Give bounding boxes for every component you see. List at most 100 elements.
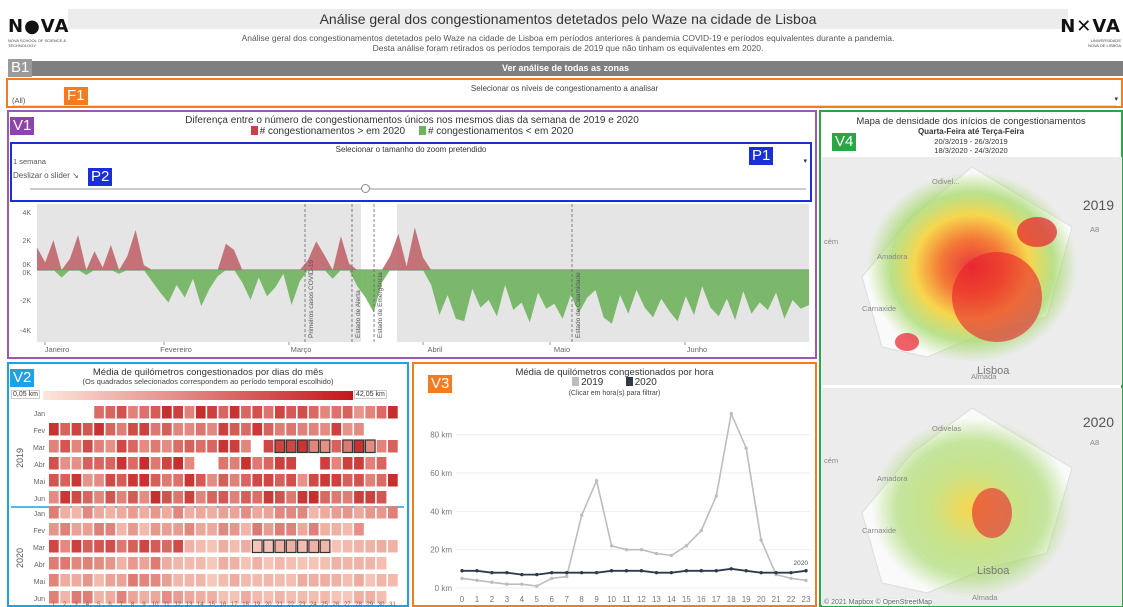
heatmap-cell — [60, 440, 70, 453]
heatmap-cell — [252, 574, 263, 587]
heatmap-cell — [184, 491, 195, 504]
density-map-2019[interactable]: Odivel... Amadora Carnaxide cém A8 Lisbo… — [822, 157, 1122, 385]
day-label: 15 — [208, 602, 215, 606]
day-label: 14 — [197, 602, 204, 606]
slider-hint: Deslizar o slider ↘ — [13, 171, 79, 180]
heatmap-cell — [331, 440, 342, 453]
dropdown-arrow-icon[interactable]: ▾ — [1114, 95, 1118, 103]
month-label: Junho — [687, 345, 707, 354]
congestion-level-filter-value[interactable]: (All) — [12, 96, 25, 105]
heatmap-cell — [162, 457, 172, 470]
day-label: 28 — [355, 602, 362, 606]
heatmap-cell — [388, 540, 398, 553]
congestion-level-filter[interactable]: Selecionar os níveis de congestionamento… — [6, 78, 1123, 108]
day-label: 11 — [163, 602, 170, 606]
hourly-line-panel: Média de quilómetros congestionados por … — [412, 362, 817, 607]
heatmap-cell — [286, 406, 296, 419]
heatmap-cell — [94, 523, 104, 536]
heatmap-cell — [308, 491, 319, 504]
heatmap-cell — [128, 574, 138, 587]
heatmap-cell — [297, 523, 308, 536]
heatmap-cell — [365, 474, 376, 487]
heatmap-cell — [116, 574, 127, 587]
y-tick-label: 60 km — [430, 469, 452, 478]
heatmap-cell — [320, 457, 330, 470]
hourly-line-chart[interactable]: 0 km20 km40 km60 km80 km0 1 2 3 4 5 6 7 8 9 10 11 12… — [414, 402, 814, 606]
heatmap-cell — [162, 474, 172, 487]
heatmap-cell — [229, 574, 240, 587]
day-label: 12 — [174, 602, 181, 606]
heatmap-cell — [241, 457, 251, 470]
heatmap-cell — [263, 574, 274, 587]
heatmap-cell — [241, 491, 251, 504]
heatmap-cell — [275, 423, 285, 436]
dropdown-arrow-icon[interactable]: ▾ — [803, 157, 807, 165]
day-label: 22 — [287, 602, 294, 606]
y-tick-label: 0 km — [435, 584, 453, 593]
heatmap-cell — [105, 523, 116, 536]
series-point-2020 — [669, 570, 674, 575]
heatmap-cell — [364, 439, 376, 454]
heatmap-cell — [353, 439, 365, 454]
heatmap-cell — [320, 506, 330, 519]
month-row-label: Fev — [33, 528, 45, 535]
series-point-2020 — [505, 570, 509, 575]
heatmap-cell — [184, 540, 195, 553]
heatmap-cell — [241, 557, 251, 570]
heatmap-cell — [150, 506, 161, 519]
heatmap-cell — [331, 506, 342, 519]
heatmap-cell — [308, 439, 320, 454]
heatmap-cell — [342, 423, 353, 436]
v3-click-hint: (Clicar em hora(s) para filtrar) — [568, 390, 661, 397]
heatmap-cell — [229, 423, 240, 436]
heatmap-cell — [139, 440, 150, 453]
monthly-heatmap[interactable]: 2019JanFevMarAbrMaiJun2020JanFevMarAbrMa… — [9, 402, 406, 606]
x-tick-label: 3 — [505, 595, 510, 604]
heatmap-cell — [297, 506, 308, 519]
heatmap-cell — [139, 523, 150, 536]
heatmap-cell — [184, 523, 195, 536]
density-map-2020[interactable]: Odivelas Amadora Carnaxide cém A8 Lisboa… — [822, 388, 1122, 606]
place-almada-2020: Almada — [972, 593, 998, 602]
x-tick-label: 10 — [607, 595, 616, 604]
weekday-difference-area-chart[interactable]: 4K 2K 0K0K -2K -4K Primeiros casos COVID-19 Es… — [9, 202, 814, 356]
legend-red-swatch — [250, 126, 258, 135]
heatmap-cell — [218, 440, 229, 453]
heatmap-cell — [82, 506, 93, 519]
series-point-2019 — [520, 582, 524, 586]
heatmap-cell — [162, 540, 172, 553]
y-tick-label: 20 km — [430, 546, 452, 555]
zoom-size-select-value[interactable]: 1 semana — [13, 157, 46, 166]
heatmap-cell — [173, 557, 183, 570]
series-point-2020 — [699, 569, 704, 573]
heatmap-cell — [162, 506, 172, 519]
heatmap-cell — [263, 423, 274, 436]
heatmap-cell — [388, 506, 398, 519]
heatmap-cell — [94, 406, 104, 419]
view-all-zones-button[interactable]: Ver análise de todas as zonas — [8, 61, 1123, 76]
day-label: 17 — [231, 602, 238, 606]
heatmap-cell — [365, 574, 376, 587]
heatmap-cell — [71, 540, 82, 553]
month-row-label: Jun — [34, 596, 45, 603]
heatmap-cell — [376, 474, 387, 487]
map-year-2019: 2019 — [1082, 197, 1114, 213]
heatmap-cell — [82, 540, 93, 553]
date-slider-track[interactable] — [30, 188, 806, 190]
heatmap-cell — [195, 506, 206, 519]
day-label: 31 — [389, 602, 396, 606]
heatmap-cell — [263, 523, 274, 536]
date-slider-thumb[interactable] — [361, 184, 370, 193]
heatmap-cell — [229, 491, 240, 504]
map-attribution[interactable]: © 2021 Mapbox © OpenStreetMap — [824, 599, 932, 606]
v2-chart-subtitle: (Os quadrados selecionados correspondem … — [82, 377, 334, 386]
heatmap-cell — [354, 457, 364, 470]
heatmap-cell — [195, 474, 206, 487]
heatmap-cell — [388, 574, 398, 587]
series-point-2020 — [609, 569, 614, 573]
heatmap-cell — [229, 540, 240, 553]
day-label: 19 — [254, 602, 261, 606]
series-point-2020 — [460, 569, 464, 573]
legend-2019-label: 2019 — [581, 377, 604, 388]
heatmap-cell — [229, 474, 240, 487]
